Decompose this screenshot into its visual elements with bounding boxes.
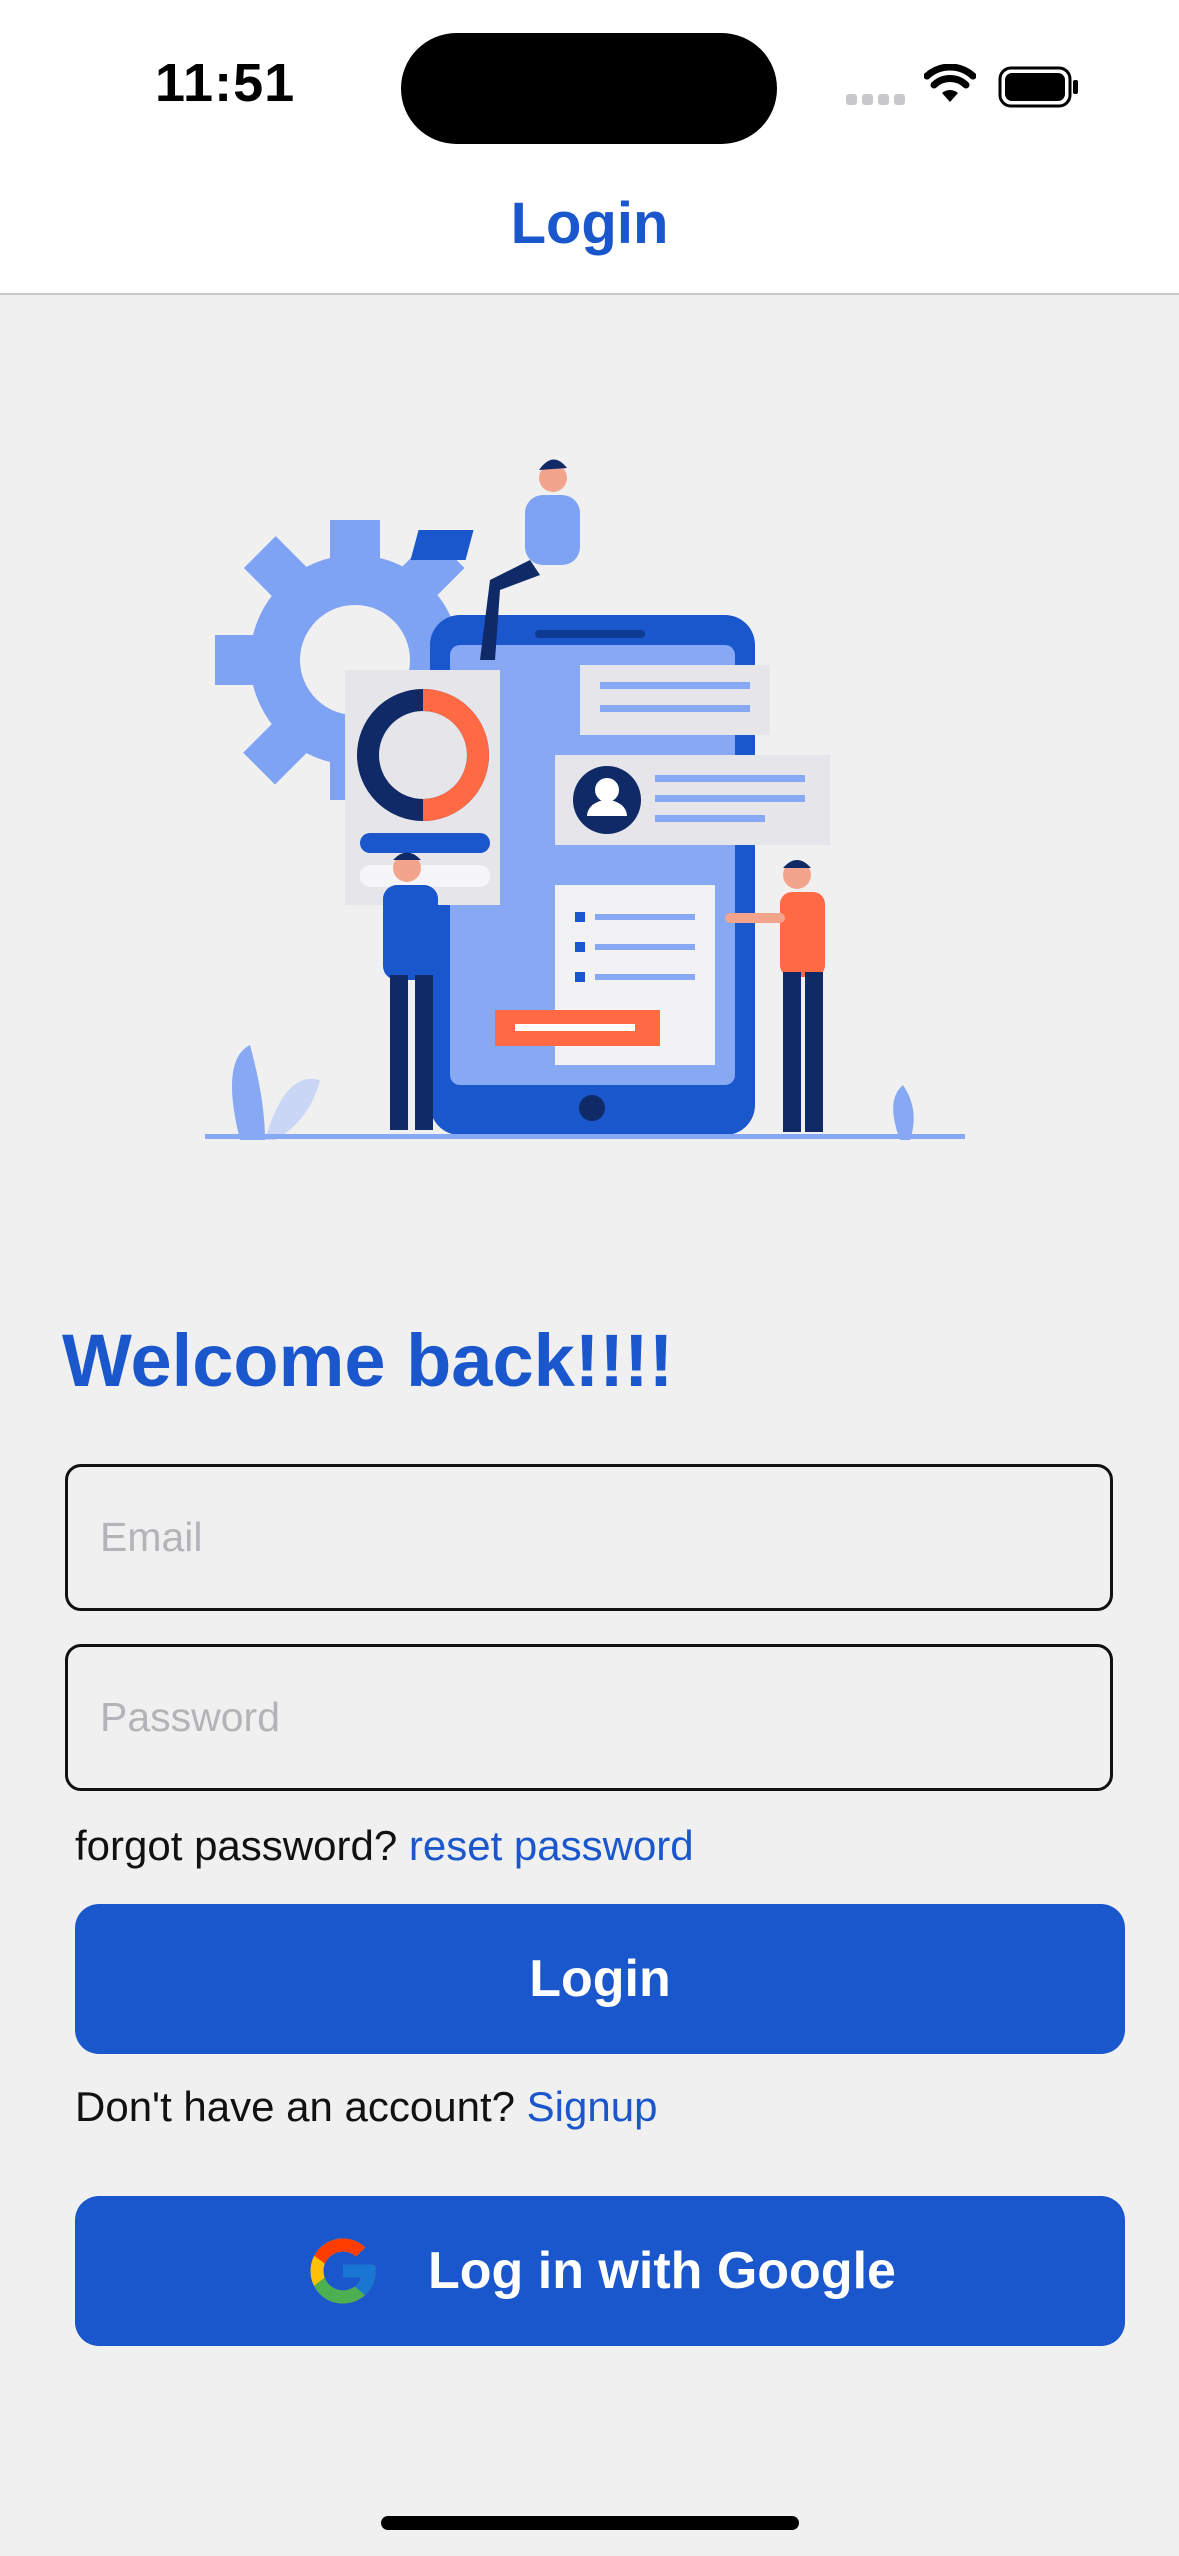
- wifi-icon: [924, 64, 976, 102]
- no-account-label: Don't have an account?: [75, 2083, 515, 2130]
- status-bar: 11:51: [0, 0, 1179, 170]
- home-indicator: [381, 2516, 799, 2530]
- signup-row: Don't have an account? Signup: [75, 2083, 657, 2131]
- forgot-password-row: forgot password? reset password: [75, 1822, 694, 1870]
- battery-icon: [998, 66, 1078, 108]
- login-illustration: [205, 459, 965, 1140]
- signup-link[interactable]: Signup: [527, 2083, 658, 2130]
- password-field[interactable]: [65, 1644, 1113, 1791]
- email-field[interactable]: [65, 1464, 1113, 1611]
- dynamic-island: [401, 33, 777, 144]
- google-button-label: Log in with Google: [428, 2242, 896, 2300]
- page-title: Login: [510, 191, 669, 256]
- forgot-password-label: forgot password?: [75, 1822, 398, 1869]
- status-time: 11:51: [155, 53, 296, 113]
- google-icon: [310, 2238, 376, 2304]
- nav-bar: Login: [0, 170, 1179, 295]
- google-login-button[interactable]: Log in with Google: [75, 2196, 1125, 2346]
- welcome-heading: Welcome back!!!!: [62, 1319, 674, 1402]
- reset-password-link[interactable]: reset password: [409, 1822, 694, 1869]
- login-button[interactable]: Login: [75, 1904, 1125, 2054]
- signal-icon: [846, 94, 905, 105]
